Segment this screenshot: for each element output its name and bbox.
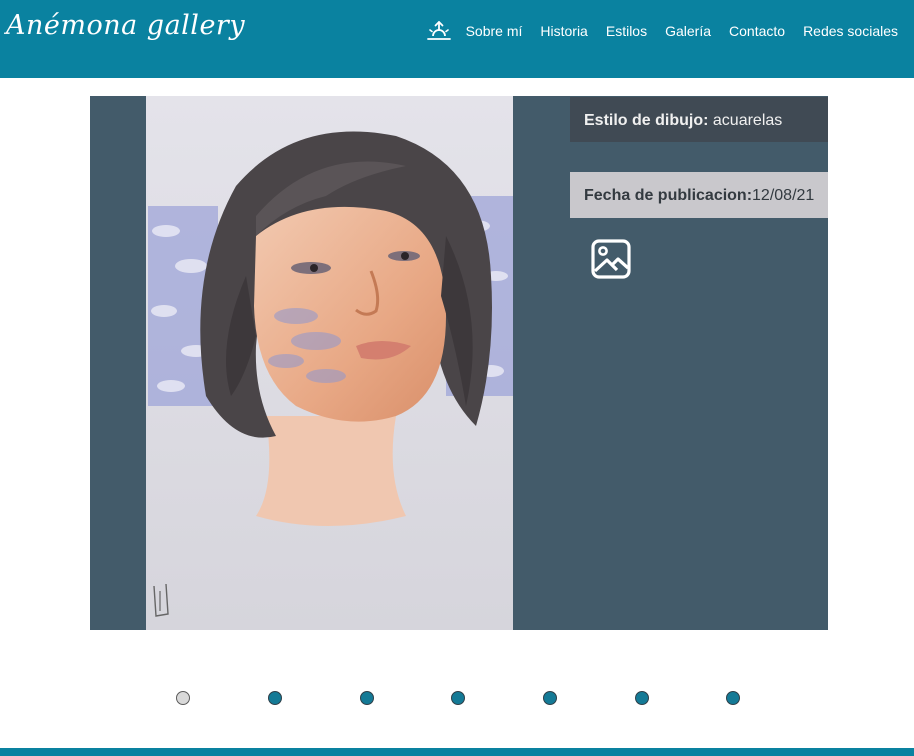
nav-item-contacto[interactable]: Contacto (729, 23, 785, 39)
main-nav: Sobre mí Historia Estilos Galería Contac… (426, 17, 898, 45)
nav-item-historia[interactable]: Historia (540, 23, 587, 39)
publication-date-info: Fecha de publicacion:12/08/21 (570, 172, 828, 218)
carousel-dot-7[interactable] (726, 691, 740, 705)
footer-bar (0, 748, 914, 756)
carousel-dot-1[interactable] (176, 691, 190, 705)
carousel-dot-4[interactable] (451, 691, 465, 705)
nav-item-estilos[interactable]: Estilos (606, 23, 647, 39)
carousel-dot-6[interactable] (635, 691, 649, 705)
drawing-style-info: Estilo de dibujo: acuarelas (570, 97, 828, 142)
carousel-dot-5[interactable] (543, 691, 557, 705)
carousel-indicators (176, 691, 746, 707)
publication-date-label: Fecha de publicacion: (584, 187, 753, 204)
carousel-dot-3[interactable] (360, 691, 374, 705)
artwork-image (146, 96, 513, 630)
nav-item-galeria[interactable]: Galería (665, 23, 711, 39)
drawing-style-label: Estilo de dibujo: (584, 112, 709, 129)
drawing-style-value: acuarelas (712, 112, 783, 129)
sunrise-icon[interactable] (426, 18, 452, 44)
nav-item-sobre-mi[interactable]: Sobre mí (466, 23, 523, 39)
publication-date-value: 12/08/21 (752, 187, 815, 204)
image-icon[interactable] (590, 238, 632, 280)
site-logo[interactable]: Anémona gallery (6, 10, 245, 41)
site-header: Anémona gallery Sobre mí Historia Estilo… (0, 0, 914, 78)
nav-item-redes-sociales[interactable]: Redes sociales (803, 23, 898, 39)
carousel-dot-2[interactable] (268, 691, 282, 705)
artwork-card: Estilo de dibujo: acuarelas Fecha de pub… (90, 96, 828, 630)
